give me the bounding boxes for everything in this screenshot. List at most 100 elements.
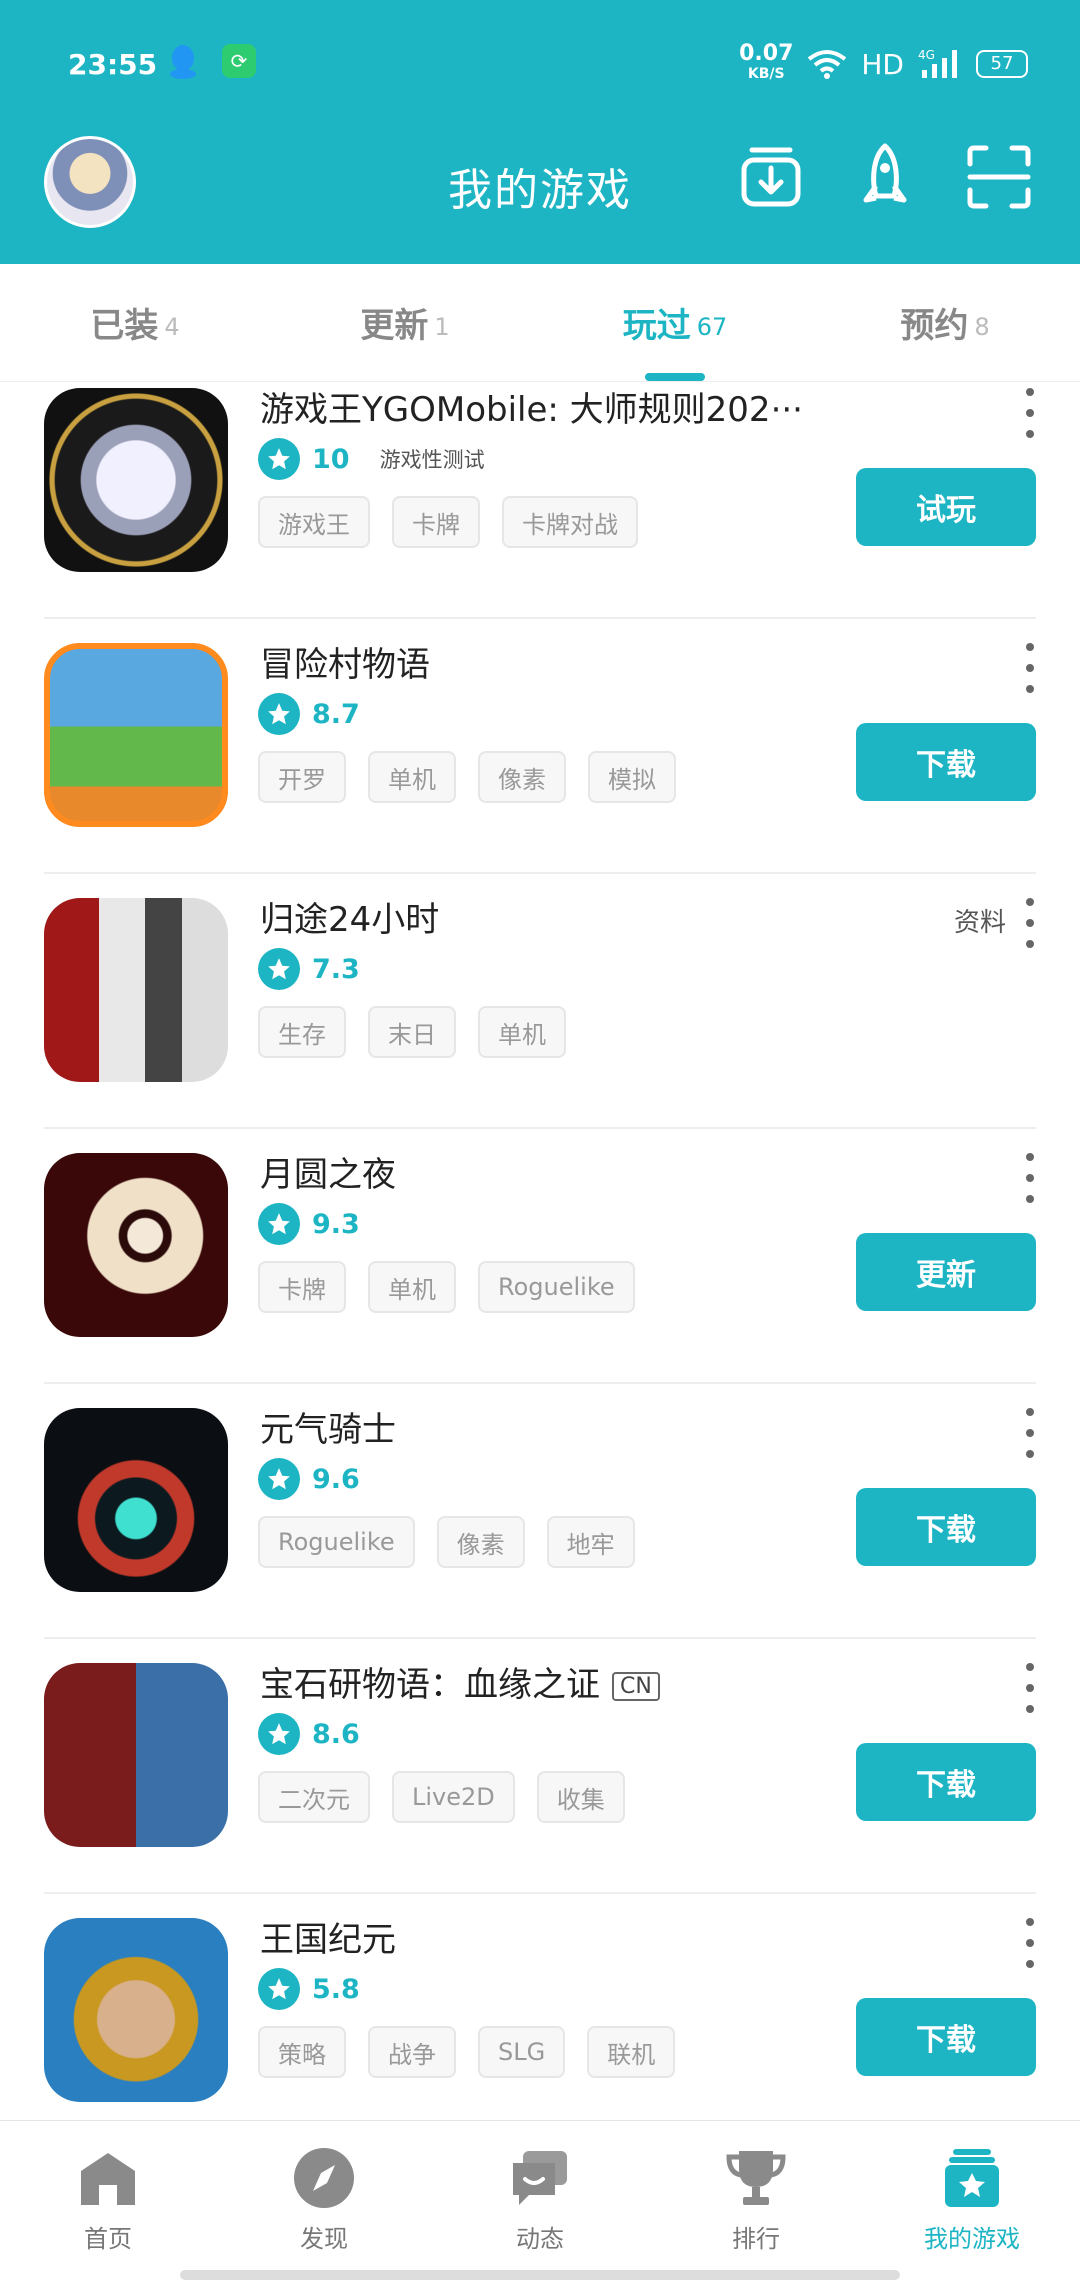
active-tab-indicator	[645, 373, 705, 381]
rating-value: 5.8	[312, 1973, 360, 2005]
game-tag[interactable]: Roguelike	[478, 1261, 635, 1313]
game-icon[interactable]	[44, 1663, 228, 1847]
chat-icon	[513, 2151, 567, 2205]
more-options-icon[interactable]	[1020, 1408, 1040, 1458]
download-manager-button[interactable]	[736, 142, 806, 212]
game-item[interactable]: 月圆之夜 9.3 卡牌 单机 Roguelike 更新	[0, 1129, 1080, 1384]
game-tag[interactable]: 像素	[436, 1516, 525, 1568]
game-item[interactable]: 宝石研物语：血缘之证 CN 8.6 二次元 Live2D 收集 下载	[0, 1639, 1080, 1894]
game-name[interactable]: 月圆之夜	[260, 1147, 396, 1196]
game-icon[interactable]	[44, 388, 228, 572]
update-button[interactable]: 更新	[856, 1233, 1036, 1311]
game-item[interactable]: 王国纪元 5.8 策略 战争 SLG 联机 下载	[0, 1894, 1080, 2120]
game-name[interactable]: 王国纪元	[260, 1912, 396, 1961]
scan-icon	[967, 145, 1031, 209]
game-item[interactable]: 游戏王YGOMobile: 大师规则202··· 10 游戏性测试 游戏王 卡牌…	[0, 382, 1080, 619]
game-tag[interactable]: 二次元	[258, 1771, 370, 1823]
download-button[interactable]: 下载	[856, 723, 1036, 801]
game-tag[interactable]: 末日	[368, 1006, 456, 1058]
game-rating: 7.3	[258, 948, 360, 990]
nav-ranking[interactable]: 排行	[648, 2121, 864, 2280]
game-item[interactable]: 元气骑士 9.6 Roguelike 像素 地牢 下载	[0, 1384, 1080, 1639]
more-options-icon[interactable]	[1020, 1663, 1040, 1713]
game-tag[interactable]: 生存	[258, 1006, 346, 1058]
nav-label: 排行	[732, 2225, 780, 2253]
info-link[interactable]: 资料	[954, 902, 1006, 939]
game-icon[interactable]	[44, 898, 228, 1082]
game-tag[interactable]: 单机	[368, 1261, 456, 1313]
game-tag[interactable]: 像素	[478, 751, 566, 803]
game-list[interactable]: 游戏王YGOMobile: 大师规则202··· 10 游戏性测试 游戏王 卡牌…	[0, 382, 1080, 2120]
download-button[interactable]: 下载	[856, 1488, 1036, 1566]
rating-value: 9.6	[312, 1463, 360, 1495]
game-tag[interactable]: 开罗	[258, 751, 346, 803]
tab-count: 4	[164, 312, 180, 341]
nav-feed[interactable]: 动态	[432, 2121, 648, 2280]
game-icon[interactable]	[44, 1408, 228, 1592]
net-speed: 0.07 KB/S	[739, 43, 793, 84]
game-icon[interactable]	[44, 1153, 228, 1337]
game-name[interactable]: 游戏王YGOMobile: 大师规则202···	[260, 382, 803, 431]
game-tags: Roguelike 像素 地牢	[258, 1516, 635, 1568]
more-options-icon[interactable]	[1020, 1153, 1040, 1203]
more-options-icon[interactable]	[1020, 1918, 1040, 1968]
game-tag[interactable]: 卡牌对战	[502, 496, 638, 548]
more-options-icon[interactable]	[1020, 898, 1040, 948]
tab-reserved[interactable]: 预约 8	[810, 264, 1080, 381]
game-tag[interactable]: 模拟	[588, 751, 676, 803]
region-badge: CN	[612, 1672, 660, 1701]
game-tag[interactable]: 联机	[587, 2026, 676, 2078]
game-item[interactable]: 冒险村物语 8.7 开罗 单机 像素 模拟 下载	[0, 619, 1080, 874]
game-name[interactable]: 宝石研物语：血缘之证 CN	[260, 1657, 660, 1706]
game-tag[interactable]: 卡牌	[258, 1261, 346, 1313]
game-tag[interactable]: Roguelike	[258, 1516, 415, 1568]
signal-label: 4G	[918, 48, 935, 62]
nav-home[interactable]: 首页	[0, 2121, 216, 2280]
tab-installed[interactable]: 已装 4	[0, 264, 270, 381]
game-icon[interactable]	[44, 1918, 228, 2102]
game-name[interactable]: 元气骑士	[260, 1402, 396, 1451]
nav-my-games[interactable]: 我的游戏	[864, 2121, 1080, 2280]
game-tags: 生存 末日 单机	[258, 1006, 566, 1058]
game-name-text: 宝石研物语：血缘之证	[260, 1665, 600, 1705]
tab-bar: 已装 4 更新 1 玩过 67 预约 8	[0, 264, 1080, 382]
game-tag[interactable]: 卡牌	[392, 496, 480, 548]
more-options-icon[interactable]	[1020, 643, 1040, 693]
nav-label: 首页	[84, 2225, 132, 2253]
status-time: 23:55	[68, 48, 158, 81]
download-button[interactable]: 下载	[856, 1743, 1036, 1821]
game-tag[interactable]: 地牢	[546, 1516, 635, 1568]
game-tags: 卡牌 单机 Roguelike	[258, 1261, 635, 1313]
nav-discover[interactable]: 发现	[216, 2121, 432, 2280]
game-tag[interactable]: 游戏王	[258, 496, 370, 548]
status-right: 0.07 KB/S HD 4G 57	[739, 43, 1028, 84]
tab-played[interactable]: 玩过 67	[540, 264, 810, 381]
download-button[interactable]: 下载	[856, 1998, 1036, 2076]
game-tag[interactable]: 收集	[536, 1771, 625, 1823]
game-name[interactable]: 冒险村物语	[260, 637, 430, 686]
game-tag[interactable]: 策略	[258, 2026, 346, 2078]
speedup-button[interactable]	[850, 142, 920, 212]
qq-icon	[170, 45, 196, 79]
game-tag[interactable]: 单机	[368, 751, 456, 803]
star-icon	[258, 1458, 300, 1500]
game-tag[interactable]: SLG	[478, 2026, 566, 2078]
tab-label: 预约	[900, 306, 969, 346]
game-tag[interactable]: 单机	[478, 1006, 566, 1058]
game-item[interactable]: 归途24小时 7.3 生存 末日 单机 资料	[0, 874, 1080, 1129]
rating-note: 游戏性测试	[379, 448, 485, 472]
gesture-bar[interactable]	[180, 2270, 900, 2280]
game-tag[interactable]: 战争	[368, 2026, 456, 2078]
more-options-icon[interactable]	[1020, 388, 1040, 438]
try-play-button[interactable]: 试玩	[856, 468, 1036, 546]
game-rating: 9.6	[258, 1458, 360, 1500]
game-tag[interactable]: Live2D	[392, 1771, 515, 1823]
star-icon	[258, 438, 300, 480]
rating-value: 10	[312, 443, 350, 475]
scan-button[interactable]	[964, 142, 1034, 212]
tab-updates[interactable]: 更新 1	[270, 264, 540, 381]
rating-value: 8.6	[312, 1718, 360, 1750]
game-name[interactable]: 归途24小时	[260, 892, 439, 941]
header-bar: 23:55 ⟳ 0.07 KB/S HD 4G 57 我的游戏	[0, 0, 1080, 264]
game-icon[interactable]	[44, 643, 228, 827]
